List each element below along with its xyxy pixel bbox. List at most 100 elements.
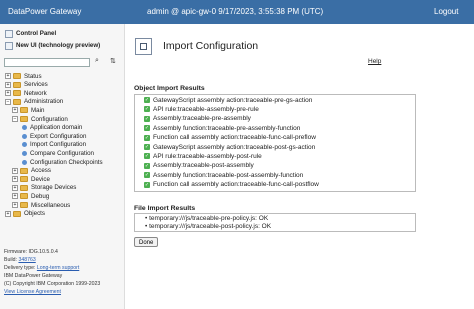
product-name: DataPower Gateway xyxy=(8,7,82,16)
list-item: ✓ GatewayScript assembly action:traceable… xyxy=(144,96,312,104)
file-result-text: temporary:///js/traceable-post-policy.js… xyxy=(149,223,272,230)
new-ui-icon xyxy=(5,41,13,50)
list-item: ✓ Function call assembly action:traceable… xyxy=(144,181,319,189)
object-result-text: Function call assembly action:traceable-… xyxy=(153,134,316,142)
search-input[interactable] xyxy=(4,58,90,67)
control-panel-icon xyxy=(5,29,13,38)
tree-item-label: Administration xyxy=(24,98,64,106)
success-check-icon: ✓ xyxy=(144,144,150,150)
page-icon xyxy=(22,142,27,148)
object-result-text: Assembly function:traceable-post-assembl… xyxy=(153,171,304,179)
tree-item-label: Import Configuration xyxy=(30,141,87,149)
tree-item[interactable]: Export Configuration xyxy=(20,132,86,140)
tree-item-label: Debug xyxy=(31,192,50,200)
page-icon xyxy=(22,125,27,131)
list-item: ✓ GatewayScript assembly action:traceable… xyxy=(144,143,315,151)
object-result-text: Assembly function:traceable-pre-assembly… xyxy=(153,124,301,132)
top-bar: DataPower Gateway admin @ apic-gw-0 9/17… xyxy=(0,0,474,24)
tree-item-label: Main xyxy=(31,106,45,114)
tree-item-label: Network xyxy=(24,89,47,97)
tree-item[interactable]: Import Configuration xyxy=(20,141,86,149)
success-check-icon: ✓ xyxy=(144,125,150,132)
tree-item[interactable]: + Objects xyxy=(5,210,45,218)
done-button[interactable]: Done xyxy=(134,237,159,247)
tree-item[interactable]: + Access xyxy=(12,167,51,175)
folder-icon xyxy=(20,116,28,122)
page-title: Import Configuration xyxy=(163,40,259,52)
expand-icon[interactable]: + xyxy=(12,193,18,200)
tree-item-label: Application domain xyxy=(30,124,83,132)
logout-link[interactable]: Logout xyxy=(434,7,458,16)
object-result-text: API rule:traceable-assembly-post-rule xyxy=(153,152,262,160)
tree-item[interactable]: + Storage Devices xyxy=(12,184,76,192)
tree-item[interactable]: Configuration Checkpoints xyxy=(20,158,103,166)
folder-icon xyxy=(20,167,28,174)
license-link[interactable]: View License Agreement xyxy=(4,289,61,295)
tree-item[interactable]: + Miscellaneous xyxy=(12,201,70,209)
success-check-icon: ✓ xyxy=(144,106,150,113)
tree-item-label: Device xyxy=(31,175,50,183)
expand-icon[interactable]: + xyxy=(12,167,18,174)
tree-item[interactable]: + Device xyxy=(12,175,50,183)
file-result-text: temporary:///js/traceable-pre-policy.js:… xyxy=(149,215,269,222)
expand-icon[interactable]: + xyxy=(12,202,18,208)
list-item: ✓ Assembly:traceable-post-assembly xyxy=(144,162,254,170)
success-check-icon: ✓ xyxy=(144,181,150,188)
tree-item[interactable]: − Configuration xyxy=(12,115,68,123)
tree-item[interactable]: Application domain xyxy=(20,124,82,132)
build-link[interactable]: 348763 xyxy=(18,257,35,263)
object-result-text: Function call assembly action:traceable-… xyxy=(153,181,319,189)
list-item: • temporary:///js/traceable-post-policy.… xyxy=(145,223,271,231)
filter-icon[interactable]: ⇅ xyxy=(110,57,116,65)
expand-icon[interactable]: + xyxy=(5,210,11,217)
tree-item[interactable]: + Main xyxy=(12,106,44,114)
collapse-icon[interactable]: − xyxy=(12,116,18,122)
tree-item[interactable]: + Network xyxy=(5,89,47,97)
control-panel-label: Control Panel xyxy=(16,30,57,37)
object-result-text: GatewayScript assembly action:traceable-… xyxy=(153,96,313,104)
list-item: ✓ API rule:traceable-assembly-pre-rule xyxy=(144,105,259,113)
tree-item[interactable]: Compare Configuration xyxy=(20,149,94,157)
list-item: • temporary:///js/traceable-pre-policy.j… xyxy=(145,215,268,223)
firmware-value: IDG.10.5.0.4 xyxy=(28,249,58,255)
expand-icon[interactable]: + xyxy=(12,176,18,183)
help-link[interactable]: Help xyxy=(368,58,381,65)
object-results-list[interactable]: ✓ GatewayScript assembly action:traceable… xyxy=(134,94,416,192)
tree-item[interactable]: + Debug xyxy=(12,192,49,200)
tree-item[interactable]: + Status xyxy=(5,72,42,80)
list-item: ✓ Assembly:traceable-pre-assembly xyxy=(144,115,251,123)
tree-item-label: Access xyxy=(31,167,51,175)
search-icon[interactable]: ⌕ xyxy=(95,57,99,65)
tree-item-label: Miscellaneous xyxy=(31,201,71,209)
tree-item-label: Compare Configuration xyxy=(30,149,94,157)
list-item: ✓ API rule:traceable-assembly-post-rule xyxy=(144,152,262,160)
success-check-icon: ✓ xyxy=(144,172,150,179)
folder-icon xyxy=(20,202,28,208)
object-result-text: API rule:traceable-assembly-pre-rule xyxy=(153,105,259,113)
control-panel-link[interactable]: Control Panel xyxy=(5,29,56,38)
success-check-icon: ✓ xyxy=(144,97,150,103)
folder-icon xyxy=(13,73,21,79)
tree-item-label: Configuration Checkpoints xyxy=(30,158,103,166)
new-ui-link[interactable]: New UI (technology preview) xyxy=(5,41,100,50)
delivery-link[interactable]: Long-term support xyxy=(37,265,79,271)
tree-item[interactable]: − Administration xyxy=(5,98,63,106)
folder-icon xyxy=(20,107,28,114)
page-icon xyxy=(22,133,27,139)
expand-icon[interactable]: + xyxy=(5,81,11,88)
new-ui-label: New UI (technology preview) xyxy=(16,42,101,49)
success-check-icon: ✓ xyxy=(144,134,150,141)
collapse-icon[interactable]: − xyxy=(5,98,11,105)
delivery-info: Delivery type: Long-term support xyxy=(4,265,79,271)
tree-item[interactable]: + Services xyxy=(5,81,48,89)
tree-item-label: Objects xyxy=(24,210,45,218)
success-check-icon: ✓ xyxy=(144,162,150,169)
file-results-header: File Import Results xyxy=(134,205,196,212)
expand-icon[interactable]: + xyxy=(5,90,11,97)
folder-icon xyxy=(13,210,21,217)
session-info: admin @ apic-gw-0 9/17/2023, 3:55:38 PM … xyxy=(147,7,324,16)
expand-icon[interactable]: + xyxy=(12,107,18,114)
expand-icon[interactable]: + xyxy=(5,73,11,79)
expand-icon[interactable]: + xyxy=(12,184,18,191)
object-results-header: Object Import Results xyxy=(134,85,205,92)
